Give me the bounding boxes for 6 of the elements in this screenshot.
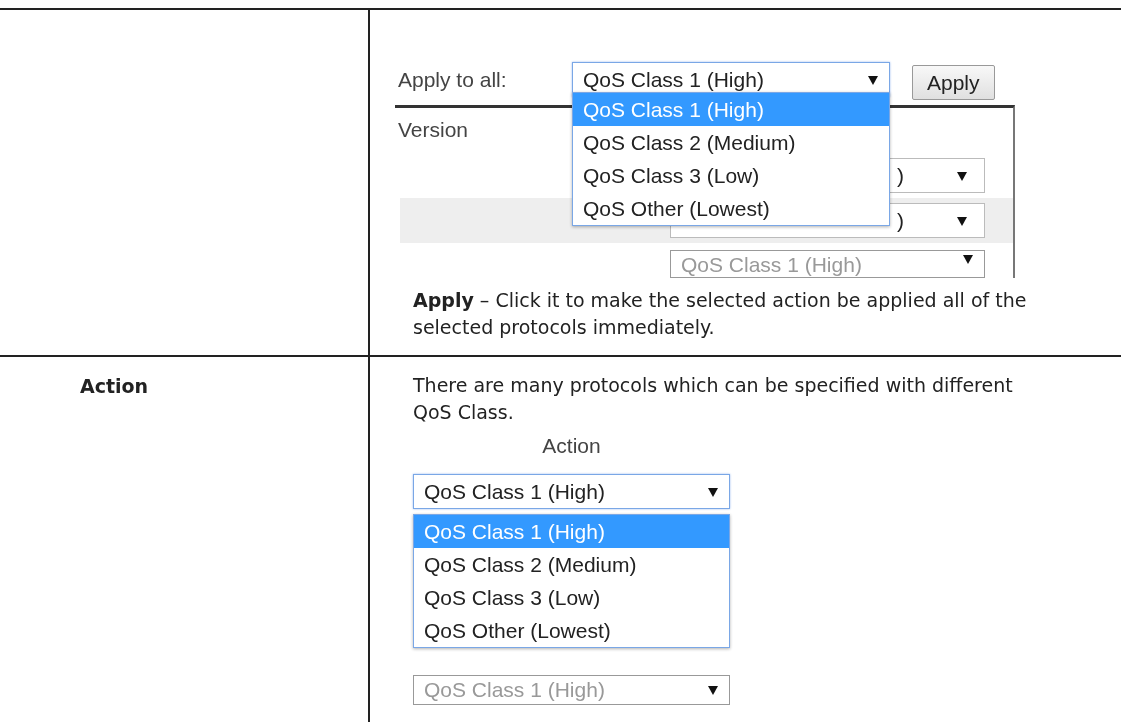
apply-to-all-label: Apply to all: — [397, 67, 508, 92]
row-label: Action — [80, 375, 149, 397]
description-text: There are many protocols which can be specified with different QoS Class. — [413, 373, 1014, 425]
column-header: Action — [542, 434, 601, 457]
column-header: Version — [398, 118, 469, 141]
description-text: Apply – Click it to make the selected action be applied all of the selected protocols immediately. — [413, 288, 1028, 340]
